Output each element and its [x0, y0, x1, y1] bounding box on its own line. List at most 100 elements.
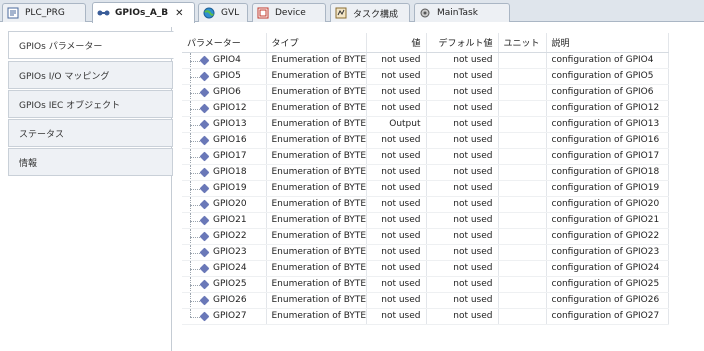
parameter-icon: [199, 247, 210, 257]
parameter-icon: [199, 231, 210, 241]
task-config-icon: [335, 7, 347, 19]
tree-line: [190, 204, 200, 206]
side-tab-information[interactable]: 情報: [8, 148, 173, 176]
value-cell[interactable]: not used: [366, 196, 427, 213]
value-cell[interactable]: not used: [366, 100, 427, 117]
table-row[interactable]: GPIO5 Enumeration of BYTE not used not used…: [182, 68, 669, 85]
value-cell[interactable]: not used: [366, 180, 427, 197]
tree-line: [190, 92, 200, 94]
tree-line: [190, 236, 200, 238]
type-cell: Enumeration of BYTE: [266, 148, 367, 165]
value-cell[interactable]: not used: [366, 276, 427, 293]
default-cell: not used: [426, 228, 499, 245]
unit-cell: [498, 228, 547, 245]
table-row[interactable]: GPIO13 Enumeration of BYTE Output not used c…: [182, 116, 669, 133]
unit-cell: [498, 212, 547, 229]
value-cell[interactable]: not used: [366, 228, 427, 245]
default-cell: not used: [426, 116, 499, 133]
column-header-parameter[interactable]: パラメーター: [182, 33, 267, 53]
column-header-type[interactable]: タイプ: [266, 33, 367, 53]
side-tab-status[interactable]: ステータス: [8, 119, 173, 147]
globe-icon: [203, 7, 215, 19]
default-cell: not used: [426, 260, 499, 277]
parameter-name: GPIO24: [213, 263, 247, 273]
default-cell: not used: [426, 164, 499, 181]
tab-device[interactable]: Device: [252, 3, 326, 22]
value-cell[interactable]: not used: [366, 52, 427, 69]
column-header-default[interactable]: デフォルト値: [426, 33, 499, 53]
table-row[interactable]: GPIO23 Enumeration of BYTE not used not use…: [182, 244, 669, 261]
tab-gvl[interactable]: GVL: [198, 3, 248, 22]
parameter-cell: GPIO24: [182, 260, 267, 277]
table-row[interactable]: GPIO22 Enumeration of BYTE not used not use…: [182, 228, 669, 245]
parameter-name: GPIO26: [213, 295, 247, 305]
config-side-tabs: GPIOs パラメーター GPIOs I/O マッピング GPIOs IEC オ…: [0, 27, 174, 351]
value-cell[interactable]: not used: [366, 212, 427, 229]
editor-tab-bar: PLC_PRG GPIOs_A_B ✕ GVL Device タスク構成 Mai…: [0, 0, 704, 23]
tree-line: [190, 308, 191, 317]
editor-content: GPIOs パラメーター GPIOs I/O マッピング GPIOs IEC オ…: [0, 23, 704, 351]
table-row[interactable]: GPIO25 Enumeration of BYTE not used not use…: [182, 276, 669, 293]
description-cell: configuration of GPIO18: [546, 164, 669, 181]
side-tab-iec-objects[interactable]: GPIOs IEC オブジェクト: [8, 90, 173, 118]
tab-label: GVL: [221, 8, 240, 18]
table-row[interactable]: GPIO19 Enumeration of BYTE not used not use…: [182, 180, 669, 197]
parameter-icon: [199, 55, 210, 65]
value-cell[interactable]: not used: [366, 84, 427, 101]
side-tab-label: GPIOs IEC オブジェクト: [19, 100, 121, 111]
table-row[interactable]: GPIO24 Enumeration of BYTE not used not use…: [182, 260, 669, 277]
parameter-name: GPIO4: [213, 55, 241, 65]
parameter-cell: GPIO13: [182, 116, 267, 133]
value-cell[interactable]: not used: [366, 244, 427, 261]
type-cell: Enumeration of BYTE: [266, 84, 367, 101]
value-cell[interactable]: not used: [366, 292, 427, 309]
value-cell[interactable]: not used: [366, 132, 427, 149]
value-cell[interactable]: not used: [366, 148, 427, 165]
table-row[interactable]: GPIO16 Enumeration of BYTE not used not use…: [182, 132, 669, 149]
tree-line: [190, 124, 200, 126]
parameter-name: GPIO20: [213, 199, 247, 209]
close-icon[interactable]: ✕: [175, 8, 183, 19]
default-cell: not used: [426, 276, 499, 293]
column-header-unit[interactable]: ユニット: [498, 33, 547, 53]
tab-maintask[interactable]: MainTask: [414, 3, 510, 22]
parameter-icon: [199, 103, 210, 113]
table-row[interactable]: GPIO27 Enumeration of BYTE not used not use…: [182, 308, 669, 325]
parameter-cell: GPIO26: [182, 292, 267, 309]
table-row[interactable]: GPIO21 Enumeration of BYTE not used not use…: [182, 212, 669, 229]
tab-gpios-a-b[interactable]: GPIOs_A_B ✕: [92, 2, 195, 23]
device-io-icon: [97, 7, 110, 19]
table-row[interactable]: GPIO4 Enumeration of BYTE not used not used…: [182, 52, 669, 69]
column-header-value[interactable]: 値: [366, 33, 427, 53]
column-header-description[interactable]: 説明: [546, 33, 669, 53]
default-cell: not used: [426, 180, 499, 197]
parameter-icon: [199, 119, 210, 129]
table-row[interactable]: GPIO12 Enumeration of BYTE not used not use…: [182, 100, 669, 117]
type-cell: Enumeration of BYTE: [266, 308, 367, 325]
table-row[interactable]: GPIO18 Enumeration of BYTE not used not use…: [182, 164, 669, 181]
value-cell[interactable]: not used: [366, 68, 427, 85]
gear-task-icon: [419, 7, 431, 19]
parameter-cell: GPIO21: [182, 212, 267, 229]
table-header-row: パラメーター タイプ 値 デフォルト値 ユニット 説明: [182, 33, 669, 53]
side-tab-io-mapping[interactable]: GPIOs I/O マッピング: [8, 61, 173, 89]
parameter-name: GPIO23: [213, 247, 247, 257]
tab-task-config[interactable]: タスク構成: [330, 3, 410, 22]
parameter-icon: [199, 135, 210, 145]
table-row[interactable]: GPIO20 Enumeration of BYTE not used not use…: [182, 196, 669, 213]
parameter-cell: GPIO12: [182, 100, 267, 117]
side-tab-parameters[interactable]: GPIOs パラメーター: [8, 31, 174, 59]
value-cell[interactable]: Output: [366, 116, 427, 133]
parameter-cell: GPIO25: [182, 276, 267, 293]
table-row[interactable]: GPIO17 Enumeration of BYTE not used not use…: [182, 148, 669, 165]
value-cell[interactable]: not used: [366, 164, 427, 181]
tab-plc-prg[interactable]: PLC_PRG: [2, 3, 86, 22]
table-row[interactable]: GPIO6 Enumeration of BYTE not used not used…: [182, 84, 669, 101]
value-cell[interactable]: not used: [366, 308, 427, 325]
default-cell: not used: [426, 100, 499, 117]
side-tab-label: GPIOs I/O マッピング: [19, 71, 110, 82]
value-cell[interactable]: not used: [366, 260, 427, 277]
type-cell: Enumeration of BYTE: [266, 292, 367, 309]
unit-cell: [498, 196, 547, 213]
table-row[interactable]: GPIO26 Enumeration of BYTE not used not use…: [182, 292, 669, 309]
